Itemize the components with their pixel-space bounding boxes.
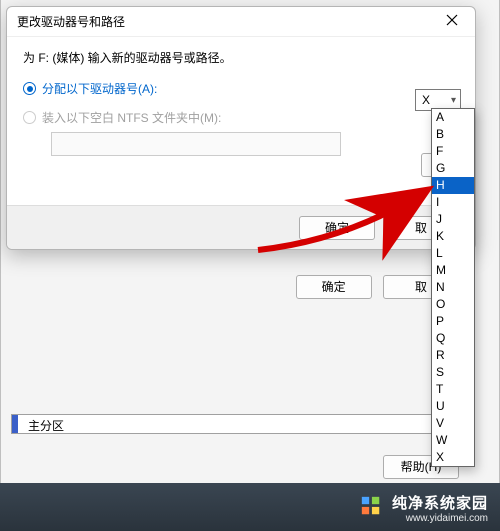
drive-letter-option-Q[interactable]: Q <box>432 330 474 347</box>
radio-assign-letter[interactable] <box>23 82 36 95</box>
dialog-ok-button[interactable]: 确定 <box>299 216 375 240</box>
dialog-footer: 确定 取 <box>7 205 475 249</box>
drive-letter-option-V[interactable]: V <box>432 415 474 432</box>
drive-letter-option-B[interactable]: B <box>432 126 474 143</box>
drive-letter-option-W[interactable]: W <box>432 432 474 449</box>
mount-folder-option[interactable]: 装入以下空白 NTFS 文件夹中(M): <box>23 109 459 126</box>
close-button[interactable] <box>435 10 469 34</box>
dialog-body: 为 F: (媒体) 输入新的驱动器号或路径。 分配以下驱动器号(A): 装入以下… <box>7 37 475 174</box>
drive-letter-option-A[interactable]: A <box>432 109 474 126</box>
mount-path-input <box>51 132 341 156</box>
primary-partition-legend: 主分区 <box>11 414 469 434</box>
watermark: 纯净系统家园 www.yidaimei.com <box>392 495 488 525</box>
drive-letter-selected: X <box>422 93 430 107</box>
drive-letter-option-N[interactable]: N <box>432 279 474 296</box>
assign-letter-label: 分配以下驱动器号(A): <box>42 80 157 97</box>
dialog-instruction: 为 F: (媒体) 输入新的驱动器号或路径。 <box>23 49 459 66</box>
drive-letter-option-J[interactable]: J <box>432 211 474 228</box>
drive-letter-option-K[interactable]: K <box>432 228 474 245</box>
drive-letter-dropdown[interactable]: ABFGHIJKLMNOPQRSTUVWX <box>431 108 475 467</box>
drive-letter-option-U[interactable]: U <box>432 398 474 415</box>
watermark-logo-icon <box>360 495 382 517</box>
primary-partition-label: 主分区 <box>28 419 64 433</box>
chevron-down-icon: ▾ <box>451 95 456 106</box>
drive-letter-option-G[interactable]: G <box>432 160 474 177</box>
drive-letter-option-F[interactable]: F <box>432 143 474 160</box>
drive-letter-option-I[interactable]: I <box>432 194 474 211</box>
drive-letter-option-X[interactable]: X <box>432 449 474 466</box>
primary-partition-swatch <box>12 415 18 433</box>
radio-mount-folder[interactable] <box>23 111 36 124</box>
drive-letter-option-L[interactable]: L <box>432 245 474 262</box>
drive-letter-option-O[interactable]: O <box>432 296 474 313</box>
dialog-title: 更改驱动器号和路径 <box>17 13 435 30</box>
drive-letter-option-T[interactable]: T <box>432 381 474 398</box>
watermark-url: www.yidaimei.com <box>392 513 488 525</box>
drive-letter-option-P[interactable]: P <box>432 313 474 330</box>
drive-letter-option-S[interactable]: S <box>432 364 474 381</box>
drive-letter-option-H[interactable]: H <box>432 177 474 194</box>
close-icon <box>446 14 458 26</box>
mount-folder-label: 装入以下空白 NTFS 文件夹中(M): <box>42 109 221 126</box>
watermark-brand: 纯净系统家园 <box>392 495 488 513</box>
drive-letter-option-R[interactable]: R <box>432 347 474 364</box>
drive-letter-option-M[interactable]: M <box>432 262 474 279</box>
assign-letter-option[interactable]: 分配以下驱动器号(A): <box>23 80 459 97</box>
change-drive-letter-dialog: 更改驱动器号和路径 为 F: (媒体) 输入新的驱动器号或路径。 分配以下驱动器… <box>6 6 476 250</box>
dialog-titlebar: 更改驱动器号和路径 <box>7 7 475 37</box>
outer-ok-button[interactable]: 确定 <box>296 275 372 299</box>
